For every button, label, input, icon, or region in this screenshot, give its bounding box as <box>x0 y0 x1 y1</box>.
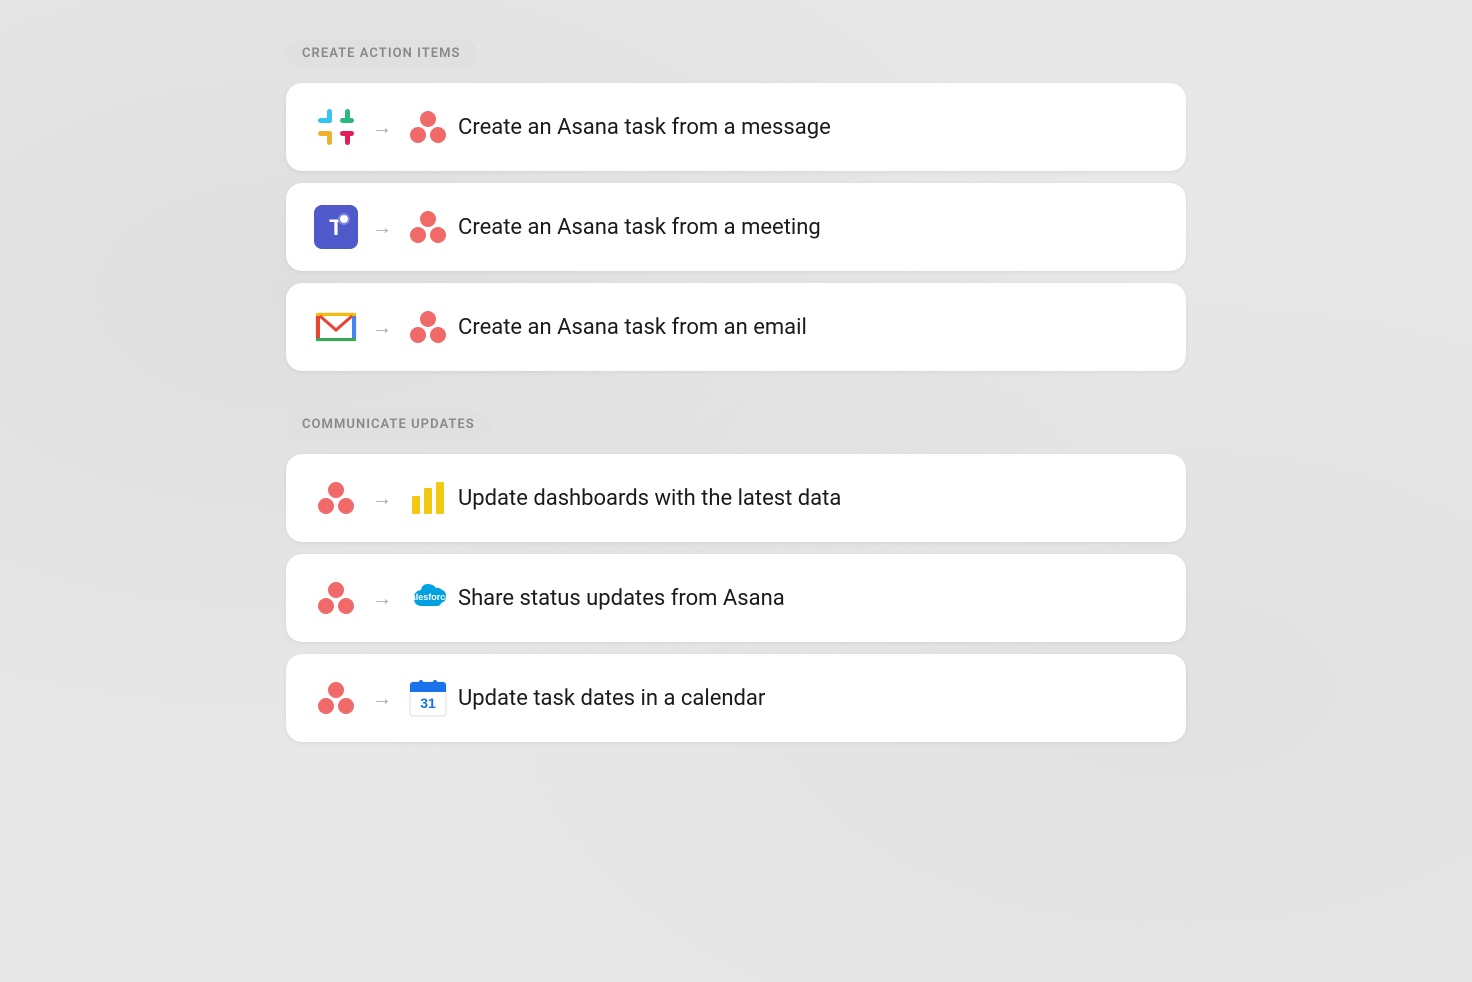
asana-icon-source-3 <box>314 676 358 720</box>
arrow-icon: → <box>372 686 392 711</box>
section-communicate-updates: COMMUNICATE UPDATES → Update dashboards … <box>286 411 1186 742</box>
salesforce-icon: salesforce <box>406 576 450 620</box>
main-container: CREATE ACTION ITEMS <box>286 40 1186 782</box>
section-label-communicate: COMMUNICATE UPDATES <box>286 411 491 438</box>
card-text-6: Update task dates in a calendar <box>458 686 765 711</box>
card-gmail-to-asana[interactable]: → Create an Asana task from an email <box>286 283 1186 371</box>
card-teams-to-asana[interactable]: T → Create an Asana task from a meeting <box>286 183 1186 271</box>
card-slack-to-asana[interactable]: → Create an Asana task from a message <box>286 83 1186 171</box>
powerbi-icon <box>406 476 450 520</box>
arrow-icon: → <box>372 315 392 340</box>
svg-text:31: 31 <box>420 695 436 711</box>
card-text-1: Create an Asana task from a message <box>458 115 831 140</box>
slack-icon <box>314 105 358 149</box>
card-text-5: Share status updates from Asana <box>458 586 785 611</box>
card-asana-to-salesforce[interactable]: → salesforce Share status updates from A… <box>286 554 1186 642</box>
section-create-action-items: CREATE ACTION ITEMS <box>286 40 1186 371</box>
asana-icon-dest-3 <box>406 305 450 349</box>
teams-icon: T <box>314 205 358 249</box>
svg-text:salesforce: salesforce <box>406 592 450 602</box>
card-asana-to-gcal[interactable]: → 31 Update task dates in a calendar <box>286 654 1186 742</box>
card-asana-to-powerbi[interactable]: → Update dashboards with the latest data <box>286 454 1186 542</box>
card-text-2: Create an Asana task from a meeting <box>458 215 821 240</box>
gcal-icon: 31 <box>406 676 450 720</box>
arrow-icon: → <box>372 586 392 611</box>
card-text-3: Create an Asana task from an email <box>458 315 807 340</box>
asana-icon-dest-1 <box>406 105 450 149</box>
gmail-icon <box>314 305 358 349</box>
arrow-icon: → <box>372 486 392 511</box>
asana-icon-dest-2 <box>406 205 450 249</box>
arrow-icon: → <box>372 115 392 140</box>
asana-icon-source-2 <box>314 576 358 620</box>
card-text-4: Update dashboards with the latest data <box>458 486 841 511</box>
section-label-create: CREATE ACTION ITEMS <box>286 40 477 67</box>
arrow-icon: → <box>372 215 392 240</box>
asana-icon-source-1 <box>314 476 358 520</box>
